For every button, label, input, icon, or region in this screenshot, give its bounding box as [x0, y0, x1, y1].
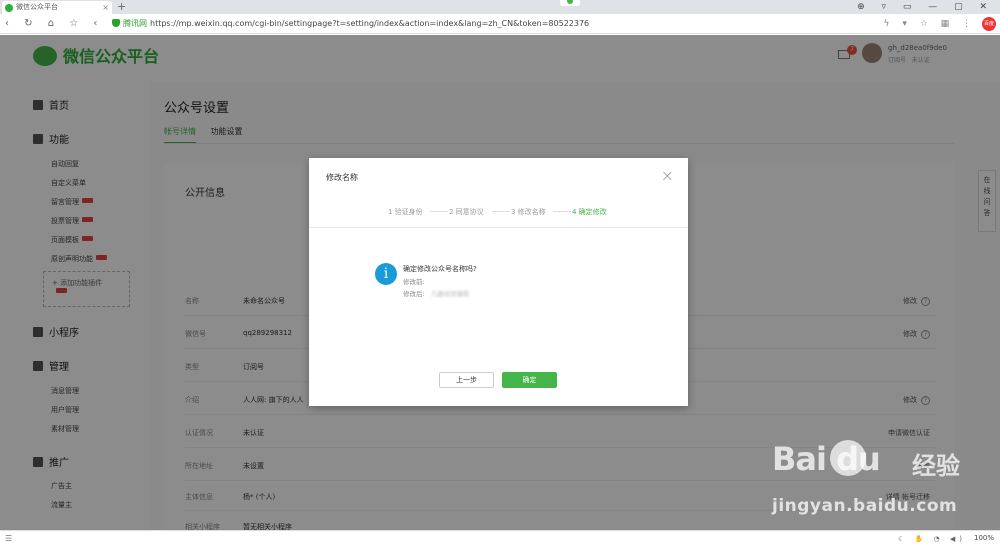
step-3: 3 修改名称: [511, 208, 546, 216]
url-input[interactable]: https://mp.weixin.qq.com/cgi-bin/setting…: [150, 18, 589, 30]
close-icon[interactable]: ×: [661, 166, 674, 186]
tab-close-icon[interactable]: ×: [102, 1, 109, 14]
watermark-brand-cn: 经验: [912, 452, 960, 480]
browser-tabbar: 微信公众平台 × + ⊕ ▿ ▭ — ▢ ✕: [0, 0, 1000, 14]
rename-dialog: 修改名称 × 1 验证身份 2 同意协议 3 修改名称 4 确定修改 i 确定修…: [309, 158, 688, 406]
browser-statusbar: ☰ ☾ ✋ ◔ ◀) 100%: [0, 530, 1000, 546]
zoom-level[interactable]: 100%: [974, 534, 994, 542]
menu-icon[interactable]: ☰: [5, 534, 12, 543]
watermark-url: jingyan.baidu.com: [772, 496, 958, 516]
nav-buttons[interactable]: ‹ ↻ ⌂ ☆ ‹: [5, 17, 103, 31]
browser-tab[interactable]: 微信公众平台 ×: [2, 1, 112, 14]
step-4: 4 确定修改: [572, 208, 607, 216]
tab-title: 微信公众平台: [16, 3, 58, 11]
step-1: 1 验证身份: [388, 208, 423, 216]
paw-icon: [830, 440, 866, 476]
step-separator: [553, 211, 571, 212]
secure-indicator: 腾讯网: [112, 18, 147, 30]
dialog-title: 修改名称: [326, 173, 358, 182]
previous-step-button[interactable]: 上一步: [439, 372, 494, 388]
after-line: 修改后: 凡趣视觉摄影: [403, 290, 470, 298]
wechat-favicon-icon: [5, 4, 13, 12]
new-name-value: 凡趣视觉摄影: [430, 290, 470, 298]
browser-toolbar-icons[interactable]: ϟ ▾ ☆ ▦ ⋮: [884, 17, 976, 31]
statusbar-icons[interactable]: ☾ ✋ ◔ ◀): [898, 533, 966, 545]
extension-badge: [560, 0, 580, 6]
before-label: 修改前:: [403, 278, 425, 286]
new-tab-button[interactable]: +: [117, 0, 126, 14]
step-2: 2 同意协议: [449, 208, 484, 216]
steps-divider: [309, 227, 688, 228]
confirm-question: 确定修改公众号名称吗?: [403, 265, 477, 273]
step-separator: [430, 211, 448, 212]
profile-avatar[interactable]: 百度: [982, 17, 996, 31]
shield-icon: [112, 19, 120, 27]
info-icon: i: [375, 263, 397, 285]
step-separator: [492, 211, 510, 212]
window-controls[interactable]: ⊕ ▿ ▭ — ▢ ✕: [857, 0, 994, 14]
address-bar: ‹ ↻ ⌂ ☆ ‹ 腾讯网 https://mp.weixin.qq.com/c…: [0, 14, 1000, 34]
confirm-button[interactable]: 确定: [502, 372, 557, 388]
baidu-jingyan-watermark: Bai du 经验 jingyan.baidu.com: [772, 440, 990, 520]
